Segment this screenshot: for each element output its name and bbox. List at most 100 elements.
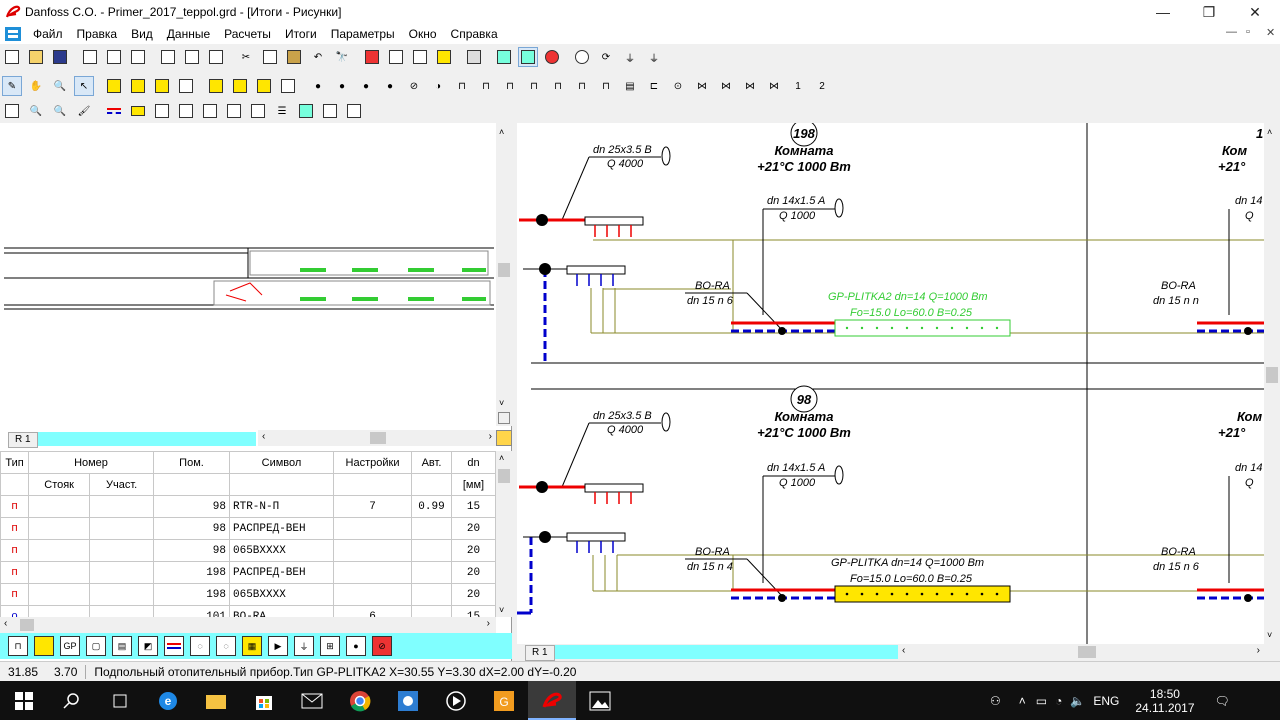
clock[interactable]: 18:50 24.11.2017 [1135,687,1194,715]
preview-tab-r1[interactable]: R 1 [8,432,38,448]
radiator-icon[interactable] [104,76,124,96]
manifold-view-icon[interactable] [152,101,172,121]
heater-type-label[interactable]: GP-PLITKA dn=14 Q=1000 Bm [831,557,984,569]
close-button[interactable]: ✕ [1232,0,1278,24]
riser-view-icon[interactable] [176,101,196,121]
manifold-6-icon[interactable]: ⊓ [572,76,592,96]
right-pipe-label[interactable]: dn 14 [1235,462,1263,474]
col-room[interactable]: Пом. [153,451,230,474]
draw-pipe-icon[interactable]: ✎ [2,76,22,96]
radiator-3-icon[interactable] [152,76,172,96]
heater-params-label[interactable]: Fo=15.0 Lo=60.0 B=0.25 [850,573,973,585]
photos-icon[interactable] [576,681,624,720]
heater-box-icon[interactable]: ▤ [620,76,640,96]
heater-yellow-icon[interactable] [128,101,148,121]
minimize-button[interactable]: — [1140,0,1186,24]
table-icon[interactable] [206,47,226,67]
grid-view-icon[interactable] [344,101,364,121]
manifold-2-icon[interactable]: ⊓ [476,76,496,96]
table-row[interactable]: п 98 RTR-N-П 7 0.99 15 [0,495,496,518]
edge-browser-icon[interactable]: e [144,681,192,720]
house-calc-icon[interactable] [494,47,514,67]
zoom-out-icon[interactable]: 🔍 [50,101,70,121]
valve-dn-label[interactable]: dn 15 n 6 [687,295,734,307]
results-drawing-icon[interactable] [518,47,538,67]
menu-edit[interactable]: Правка [70,24,125,44]
radiator-8-icon[interactable] [278,76,298,96]
node-v-icon[interactable]: ● [380,76,400,96]
menu-window[interactable]: Окно [402,24,444,44]
radiator-2-icon[interactable] [128,76,148,96]
find-icon[interactable]: 🔭 [332,47,352,67]
level-2-icon[interactable]: 2 [812,76,832,96]
right-valve-dn-label[interactable]: dn 15 n 6 [1153,561,1200,573]
mdi-minimize-button[interactable]: — [1226,26,1237,38]
right-room-label[interactable]: Ком [1237,409,1262,424]
heater-params-label[interactable]: Fo=15.0 Lo=60.0 B=0.25 [850,307,973,319]
balance-icon[interactable]: ⊘ [404,76,424,96]
t15-palette-icon[interactable]: ● [346,636,366,656]
preview-vertical-scrollbar[interactable]: ˄ ˅ [496,123,512,426]
room-number[interactable]: 198 [793,126,815,141]
zoom-page-icon[interactable] [182,47,202,67]
manifold-palette-icon[interactable]: ⊓ [8,636,28,656]
col-auto[interactable]: Авт. [411,451,452,474]
copy-icon[interactable] [260,47,280,67]
table-row[interactable]: п 98 065BXXXX 20 [0,539,496,562]
mat-palette-icon[interactable]: ▦ [242,636,262,656]
supply-pipe-label[interactable]: dn 25x3.5 B [593,144,652,156]
rotate-icon[interactable]: ⟳ [596,47,616,67]
branch-pipe-label[interactable]: dn 14x1.5 A [767,195,825,207]
col-type[interactable]: Тип [0,451,29,474]
col-number[interactable]: Номер [28,451,154,474]
riser-icon[interactable] [386,47,406,67]
supply-pipe-label[interactable]: dn 25x3.5 B [593,410,652,422]
table-vertical-scrollbar[interactable]: ˄ ˅ [496,451,512,617]
print-preview-icon[interactable] [104,47,124,67]
mail-icon[interactable] [288,681,336,720]
restore-button[interactable]: ❐ [1186,0,1232,24]
radiator-view-icon[interactable] [200,101,220,121]
room-params[interactable]: +21°C 1000 Вт [757,159,851,174]
orange-app-icon[interactable]: G [480,681,528,720]
node-p-icon[interactable]: ● [332,76,352,96]
danfoss-taskbar-icon[interactable] [528,681,576,720]
right-pipe-label[interactable]: dn 14 [1235,195,1263,207]
pump-icon[interactable] [572,47,592,67]
valve-dp-icon[interactable]: ⋈ [740,76,760,96]
select-arrow-icon[interactable]: ↖ [74,76,94,96]
pipes-palette-icon[interactable] [164,636,184,656]
zoom-icon[interactable]: 🔍 [50,76,70,96]
camera-app-icon[interactable] [384,681,432,720]
loop-2-palette-icon[interactable]: ◌ [216,636,236,656]
heater-palette-icon[interactable] [34,636,54,656]
overview-preview[interactable] [0,123,496,426]
right-valve-label[interactable]: BO-RA [1161,546,1196,558]
brush-icon[interactable]: 🖌 [74,101,94,121]
manifold-icon[interactable]: ⊓ [452,76,472,96]
radiator-7-icon[interactable] [254,76,274,96]
branch-pipe-label[interactable]: dn 14x1.5 A [767,462,825,474]
save-icon[interactable] [50,47,70,67]
valves-view-icon[interactable] [248,101,268,121]
start-button[interactable] [0,681,48,720]
store-icon[interactable] [240,681,288,720]
tree-palette-icon[interactable]: ⊞ [320,636,340,656]
right-q-label[interactable]: Q [1245,477,1254,489]
drawing-horizontal-scrollbar[interactable]: ‹ › [898,644,1280,660]
table-horizontal-scrollbar[interactable]: ‹ › [0,617,496,633]
valve-x-icon[interactable]: ⋈ [764,76,784,96]
branch-q-label[interactable]: Q 1000 [779,210,816,222]
tray-chevron-icon[interactable]: ˄ [1019,694,1026,708]
supply-q-label[interactable]: Q 4000 [607,158,644,170]
manifold-5-icon[interactable]: ⊓ [548,76,568,96]
media-player-icon[interactable] [432,681,480,720]
stop-calc-icon[interactable] [542,47,562,67]
new-file-icon[interactable] [2,47,22,67]
level-1-icon[interactable]: 1 [788,76,808,96]
mixing-icon[interactable]: ⊏ [644,76,664,96]
manifold-3-icon[interactable]: ⊓ [500,76,520,96]
col-settings[interactable]: Настройки [333,451,412,474]
battery-icon[interactable]: ▭ [1036,694,1047,708]
manifold-7-icon[interactable]: ⊓ [596,76,616,96]
